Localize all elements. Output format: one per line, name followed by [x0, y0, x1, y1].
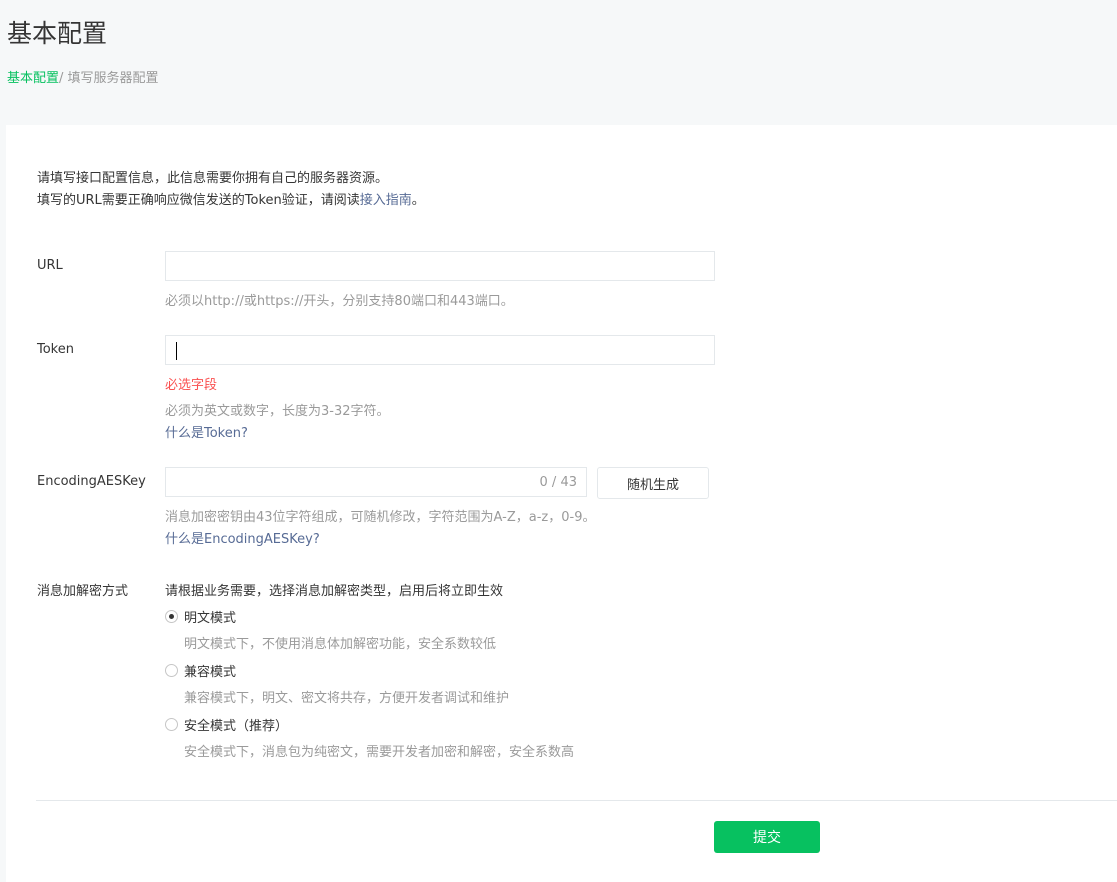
intro-line-2: 填写的URL需要正确响应微信发送的Token验证，请阅读接入指南。: [37, 190, 425, 212]
token-error: 必选字段: [165, 378, 218, 393]
intro-line-1: 请填写接口配置信息，此信息需要你拥有自己的服务器资源。: [37, 171, 389, 186]
aeskey-input[interactable]: 0 / 43: [165, 467, 587, 497]
compatible-mode-desc: 兼容模式下，明文、密文将共存，方便开发者调试和维护: [184, 691, 510, 706]
token-input[interactable]: [165, 335, 715, 365]
breadcrumb-separator: /: [59, 71, 68, 86]
secure-mode-desc: 安全模式下，消息包为纯密文，需要开发者加密和解密，安全系数高: [184, 745, 575, 760]
radio-compatible-mode[interactable]: 兼容模式: [165, 661, 236, 680]
access-guide-link[interactable]: 接入指南: [360, 193, 412, 208]
url-tip: 必须以http://或https://开头，分别支持80端口和443端口。: [165, 294, 514, 309]
config-card: 请填写接口配置信息，此信息需要你拥有自己的服务器资源。 填写的URL需要正确响应…: [6, 125, 1117, 882]
plaintext-mode-desc: 明文模式下，不使用消息体加解密功能，安全系数较低: [184, 637, 497, 652]
token-label: Token: [37, 342, 74, 357]
radio-label: 明文模式: [184, 611, 237, 626]
breadcrumb: 基本配置/ 填写服务器配置: [7, 67, 159, 86]
breadcrumb-link-basic-config[interactable]: 基本配置: [7, 71, 59, 86]
radio-secure-mode[interactable]: 安全模式（推荐）: [165, 715, 288, 734]
url-input[interactable]: [165, 251, 715, 281]
radio-unchecked-icon[interactable]: [165, 718, 178, 731]
random-generate-button[interactable]: 随机生成: [597, 467, 709, 499]
radio-checked-icon[interactable]: [165, 610, 178, 623]
divider: [36, 800, 1117, 801]
aeskey-label: EncodingAESKey: [37, 474, 146, 489]
url-label: URL: [37, 258, 63, 273]
intro-text: 请填写接口配置信息，此信息需要你拥有自己的服务器资源。 填写的URL需要正确响应…: [37, 168, 425, 212]
radio-unchecked-icon[interactable]: [165, 664, 178, 677]
what-is-aeskey-link[interactable]: 什么是EncodingAESKey?: [165, 528, 320, 547]
radio-plaintext-mode[interactable]: 明文模式: [165, 607, 236, 626]
intro-line-2-prefix: 填写的URL需要正确响应微信发送的Token验证，请阅读: [37, 193, 360, 208]
page-title: 基本配置: [7, 19, 108, 48]
intro-line-2-suffix: 。: [411, 193, 425, 208]
breadcrumb-current: 填写服务器配置: [67, 71, 159, 86]
encryption-label: 消息加解密方式: [37, 584, 129, 599]
encryption-description: 请根据业务需要，选择消息加解密类型，启用后将立即生效: [165, 584, 504, 599]
token-tip: 必须为英文或数字，长度为3-32字符。: [165, 404, 390, 419]
text-caret: [176, 342, 177, 360]
aeskey-char-counter: 0 / 43: [539, 475, 577, 490]
what-is-token-link[interactable]: 什么是Token?: [165, 422, 248, 441]
submit-button[interactable]: 提交: [714, 821, 820, 853]
aeskey-tip: 消息加密密钥由43位字符组成，可随机修改，字符范围为A-Z，a-z，0-9。: [165, 510, 596, 525]
radio-label: 兼容模式: [184, 665, 237, 680]
radio-label: 安全模式（推荐）: [184, 719, 289, 734]
